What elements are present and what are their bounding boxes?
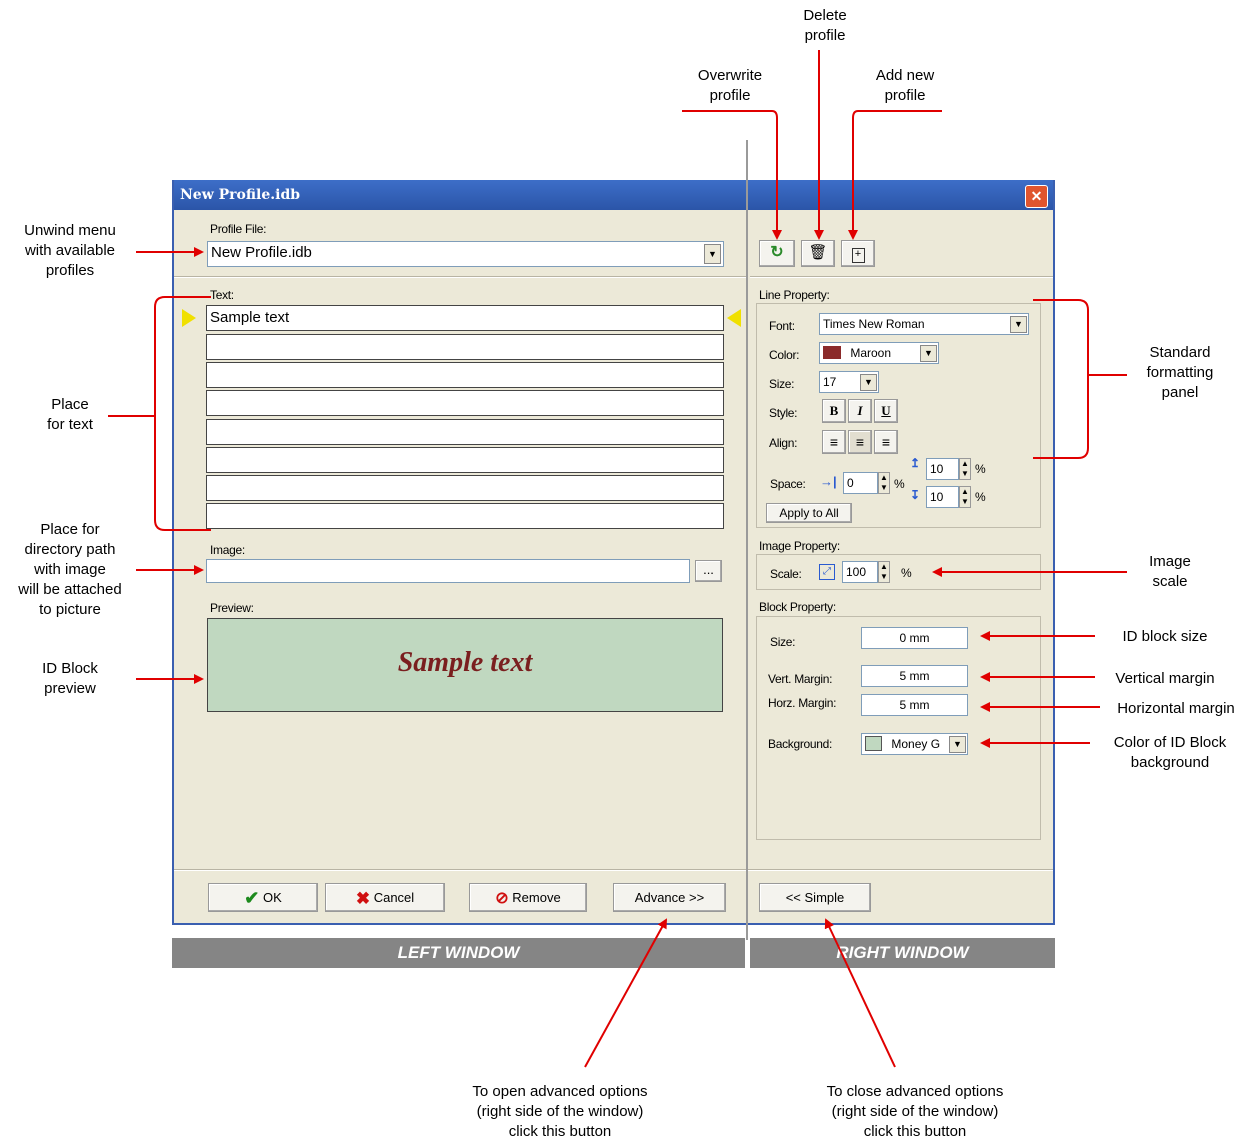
arrow-overwrite-profile (682, 110, 782, 240)
arrow-open-advanced (584, 918, 667, 1068)
callout-arrows (108, 50, 1127, 1068)
bracket-standard-formatting (1033, 299, 1089, 459)
bracket-place-for-text (154, 296, 211, 531)
arrow-close-advanced (824, 918, 896, 1068)
arrow-add-profile (848, 110, 942, 240)
